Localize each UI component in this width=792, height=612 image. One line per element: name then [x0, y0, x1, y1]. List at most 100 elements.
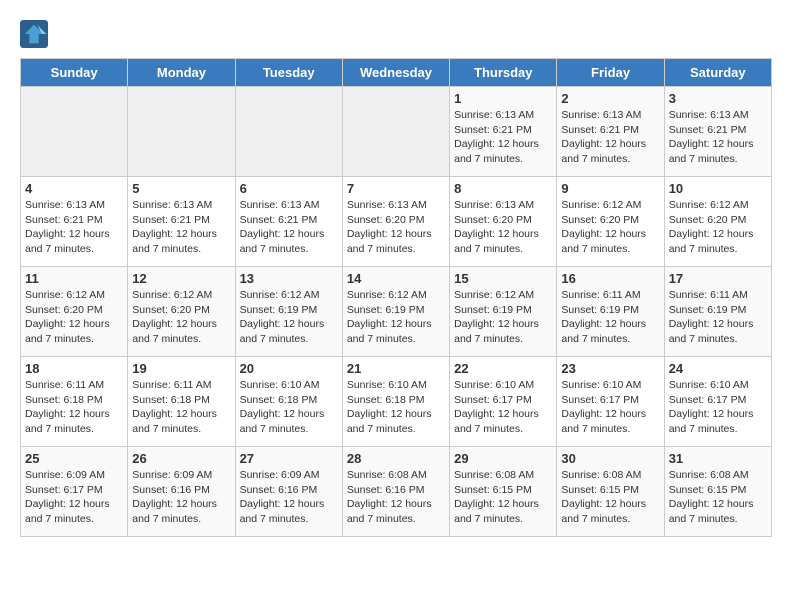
weekday-header-sunday: Sunday — [21, 59, 128, 87]
day-number: 29 — [454, 451, 552, 466]
day-detail: Sunrise: 6:11 AM Sunset: 6:19 PM Dayligh… — [669, 288, 767, 347]
calendar-cell: 31Sunrise: 6:08 AM Sunset: 6:15 PM Dayli… — [664, 447, 771, 537]
day-number: 26 — [132, 451, 230, 466]
day-detail: Sunrise: 6:12 AM Sunset: 6:19 PM Dayligh… — [454, 288, 552, 347]
calendar-cell: 6 Sunrise: 6:13 AM Sunset: 6:21 PM Daylig… — [235, 177, 342, 267]
logo-icon — [20, 20, 48, 48]
calendar-cell: 23Sunrise: 6:10 AM Sunset: 6:17 PM Dayli… — [557, 357, 664, 447]
day-number: 1 — [454, 91, 552, 106]
day-number: 25 — [25, 451, 123, 466]
calendar-cell — [342, 87, 449, 177]
calendar-cell: 21Sunrise: 6:10 AM Sunset: 6:18 PM Dayli… — [342, 357, 449, 447]
day-detail: Sunrise: 6:13 AM Sunset: 6:21 PM Dayligh… — [561, 108, 659, 167]
day-detail: Sunrise: 6:13 AM Sunset: 6:21 PM Dayligh… — [25, 198, 123, 257]
day-number: 23 — [561, 361, 659, 376]
day-detail: Sunrise: 6:12 AM Sunset: 6:19 PM Dayligh… — [240, 288, 338, 347]
calendar-cell: 25 Sunrise: 6:09 AM Sunset: 6:17 PM Dayli… — [21, 447, 128, 537]
day-number: 27 — [240, 451, 338, 466]
day-detail: Sunrise: 6:08 AM Sunset: 6:15 PM Dayligh… — [454, 468, 552, 527]
calendar-cell: 26 Sunrise: 6:09 AM Sunset: 6:16 PM Dayli… — [128, 447, 235, 537]
calendar-cell: 17 Sunrise: 6:11 AM Sunset: 6:19 PM Dayli… — [664, 267, 771, 357]
calendar-cell: 9 Sunrise: 6:12 AM Sunset: 6:20 PM Daylig… — [557, 177, 664, 267]
day-detail: Sunrise: 6:09 AM Sunset: 6:16 PM Dayligh… — [240, 468, 338, 527]
day-number: 5 — [132, 181, 230, 196]
day-number: 13 — [240, 271, 338, 286]
calendar-cell: 14 Sunrise: 6:12 AM Sunset: 6:19 PM Dayli… — [342, 267, 449, 357]
day-detail: Sunrise: 6:09 AM Sunset: 6:16 PM Dayligh… — [132, 468, 230, 527]
header — [20, 20, 772, 48]
day-detail: Sunrise: 6:10 AM Sunset: 6:18 PM Dayligh… — [347, 378, 445, 437]
weekday-header-thursday: Thursday — [450, 59, 557, 87]
calendar-cell: 18Sunrise: 6:11 AM Sunset: 6:18 PM Dayli… — [21, 357, 128, 447]
day-detail: Sunrise: 6:13 AM Sunset: 6:21 PM Dayligh… — [240, 198, 338, 257]
day-detail: Sunrise: 6:11 AM Sunset: 6:18 PM Dayligh… — [132, 378, 230, 437]
weekday-header-tuesday: Tuesday — [235, 59, 342, 87]
day-number: 9 — [561, 181, 659, 196]
day-number: 14 — [347, 271, 445, 286]
calendar-table: SundayMondayTuesdayWednesdayThursdayFrid… — [20, 58, 772, 537]
day-detail: Sunrise: 6:12 AM Sunset: 6:20 PM Dayligh… — [561, 198, 659, 257]
day-number: 3 — [669, 91, 767, 106]
day-detail: Sunrise: 6:12 AM Sunset: 6:20 PM Dayligh… — [669, 198, 767, 257]
calendar-cell: 13 Sunrise: 6:12 AM Sunset: 6:19 PM Dayli… — [235, 267, 342, 357]
calendar-cell: 27 Sunrise: 6:09 AM Sunset: 6:16 PM Dayli… — [235, 447, 342, 537]
day-detail: Sunrise: 6:08 AM Sunset: 6:15 PM Dayligh… — [561, 468, 659, 527]
day-number: 7 — [347, 181, 445, 196]
day-number: 6 — [240, 181, 338, 196]
weekday-header-wednesday: Wednesday — [342, 59, 449, 87]
day-detail: Sunrise: 6:11 AM Sunset: 6:19 PM Dayligh… — [561, 288, 659, 347]
week-row-4: 18 Sunrise: 6:11 AM Sunset: 6:18 PM Dayli… — [21, 357, 772, 447]
day-detail: Sunrise: 6:12 AM Sunset: 6:19 PM Dayligh… — [347, 288, 445, 347]
day-detail: Sunrise: 6:08 AM Sunset: 6:16 PM Dayligh… — [347, 468, 445, 527]
day-number: 20 — [240, 361, 338, 376]
calendar-cell: 10 Sunrise: 6:12 AM Sunset: 6:20 PM Dayli… — [664, 177, 771, 267]
day-detail: Sunrise: 6:10 AM Sunset: 6:17 PM Dayligh… — [669, 378, 767, 437]
day-number: 2 — [561, 91, 659, 106]
calendar-cell: 4 Sunrise: 6:13 AM Sunset: 6:21 PM Daylig… — [21, 177, 128, 267]
week-row-2: 4 Sunrise: 6:13 AM Sunset: 6:21 PM Daylig… — [21, 177, 772, 267]
logo — [20, 20, 52, 48]
day-number: 17 — [669, 271, 767, 286]
calendar-cell: 22Sunrise: 6:10 AM Sunset: 6:17 PM Dayli… — [450, 357, 557, 447]
day-number: 31 — [669, 451, 767, 466]
day-number: 4 — [25, 181, 123, 196]
calendar-cell: 8Sunrise: 6:13 AM Sunset: 6:20 PM Daylig… — [450, 177, 557, 267]
calendar-cell: 15 Sunrise: 6:12 AM Sunset: 6:19 PM Dayli… — [450, 267, 557, 357]
day-number: 28 — [347, 451, 445, 466]
day-number: 15 — [454, 271, 552, 286]
calendar-cell — [21, 87, 128, 177]
week-row-5: 25 Sunrise: 6:09 AM Sunset: 6:17 PM Dayli… — [21, 447, 772, 537]
day-detail: Sunrise: 6:09 AM Sunset: 6:17 PM Dayligh… — [25, 468, 123, 527]
week-row-3: 11 Sunrise: 6:12 AM Sunset: 6:20 PM Dayli… — [21, 267, 772, 357]
weekday-header-saturday: Saturday — [664, 59, 771, 87]
calendar-cell: 3 Sunrise: 6:13 AM Sunset: 6:21 PM Daylig… — [664, 87, 771, 177]
day-number: 10 — [669, 181, 767, 196]
weekday-header-monday: Monday — [128, 59, 235, 87]
day-detail: Sunrise: 6:13 AM Sunset: 6:21 PM Dayligh… — [454, 108, 552, 167]
day-number: 12 — [132, 271, 230, 286]
calendar-cell: 7 Sunrise: 6:13 AM Sunset: 6:20 PM Daylig… — [342, 177, 449, 267]
week-row-1: 1 Sunrise: 6:13 AM Sunset: 6:21 PM Daylig… — [21, 87, 772, 177]
day-number: 24 — [669, 361, 767, 376]
day-detail: Sunrise: 6:10 AM Sunset: 6:18 PM Dayligh… — [240, 378, 338, 437]
day-number: 18 — [25, 361, 123, 376]
day-detail: Sunrise: 6:12 AM Sunset: 6:20 PM Dayligh… — [132, 288, 230, 347]
calendar-cell — [235, 87, 342, 177]
day-number: 16 — [561, 271, 659, 286]
calendar-cell: 30 Sunrise: 6:08 AM Sunset: 6:15 PM Dayli… — [557, 447, 664, 537]
day-detail: Sunrise: 6:10 AM Sunset: 6:17 PM Dayligh… — [454, 378, 552, 437]
calendar-cell: 29 Sunrise: 6:08 AM Sunset: 6:15 PM Dayli… — [450, 447, 557, 537]
day-detail: Sunrise: 6:13 AM Sunset: 6:21 PM Dayligh… — [669, 108, 767, 167]
day-detail: Sunrise: 6:12 AM Sunset: 6:20 PM Dayligh… — [25, 288, 123, 347]
weekday-header-friday: Friday — [557, 59, 664, 87]
day-number: 30 — [561, 451, 659, 466]
day-detail: Sunrise: 6:13 AM Sunset: 6:20 PM Dayligh… — [454, 198, 552, 257]
calendar-cell: 16 Sunrise: 6:11 AM Sunset: 6:19 PM Dayli… — [557, 267, 664, 357]
calendar-cell: 5Sunrise: 6:13 AM Sunset: 6:21 PM Daylig… — [128, 177, 235, 267]
calendar-cell: 28 Sunrise: 6:08 AM Sunset: 6:16 PM Dayli… — [342, 447, 449, 537]
calendar-cell — [128, 87, 235, 177]
day-detail: Sunrise: 6:13 AM Sunset: 6:20 PM Dayligh… — [347, 198, 445, 257]
calendar-cell: 24 Sunrise: 6:10 AM Sunset: 6:17 PM Dayli… — [664, 357, 771, 447]
calendar-cell: 20 Sunrise: 6:10 AM Sunset: 6:18 PM Dayli… — [235, 357, 342, 447]
day-number: 11 — [25, 271, 123, 286]
